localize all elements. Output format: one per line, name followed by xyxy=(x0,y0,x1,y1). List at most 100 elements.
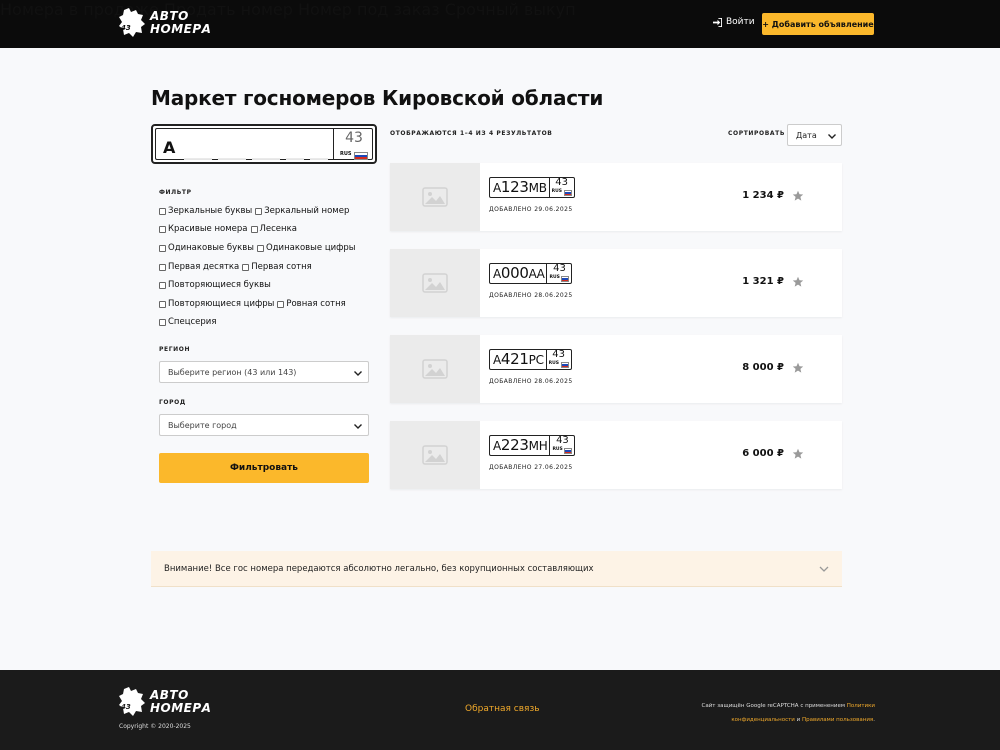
filter-row: Первая десятка Первая сотня xyxy=(159,262,315,272)
city-select[interactable]: Выберите город xyxy=(159,414,369,436)
listing-price: 1 321 ₽ xyxy=(742,276,784,287)
region-select-value: Выберите регион (43 или 143) xyxy=(168,367,297,377)
nav-item-urgent-buyout[interactable]: Срочный выкуп xyxy=(445,0,576,19)
license-plate: А223МН 43 RUS xyxy=(489,435,576,456)
checkbox-same-digits[interactable]: Одинаковые цифры xyxy=(256,243,356,253)
plate-builder: А 43 RUS xyxy=(151,124,377,164)
listing-date: ДОБАВЛЕНО 28.06.2025 xyxy=(489,378,573,385)
plate-builder-slot[interactable] xyxy=(252,133,280,159)
checkbox-first-hundred[interactable]: Первая сотня xyxy=(242,262,312,272)
region-select[interactable]: Выберите регион (43 или 143) xyxy=(159,361,369,383)
listing-thumbnail[interactable] xyxy=(390,335,480,403)
checkbox[interactable] xyxy=(159,244,166,252)
image-placeholder-icon xyxy=(422,445,448,465)
checkbox[interactable] xyxy=(242,263,250,271)
checkbox-ladder[interactable]: Лесенка xyxy=(250,224,297,234)
logo-badge: 43 xyxy=(121,703,131,711)
recaptcha-end: . xyxy=(873,717,875,723)
plate-builder-slot[interactable] xyxy=(286,133,304,159)
checkbox-mirror-letters[interactable]: Зеркальные буквы xyxy=(159,206,252,216)
plate-digits: 123 xyxy=(500,178,529,196)
plate-country: RUS xyxy=(549,275,560,280)
checkbox[interactable] xyxy=(159,225,166,233)
plate-series-2: МВ xyxy=(528,181,547,195)
legal-notice[interactable]: Внимание! Все гос номера передаются абсо… xyxy=(151,551,842,587)
plate-series-1: А xyxy=(493,267,501,281)
plate-builder-slot[interactable] xyxy=(218,133,246,159)
plate-builder-country: RUS xyxy=(340,151,352,157)
plate-number: А223МН xyxy=(490,436,551,455)
checkbox-beautiful-numbers[interactable]: Красивые номера xyxy=(159,224,248,234)
recaptcha-text: Сайт защищён Google reCAPTCHA с применен… xyxy=(701,703,845,709)
checkbox[interactable] xyxy=(255,207,263,215)
checkbox[interactable] xyxy=(256,244,264,252)
plate-region-number: 43 xyxy=(556,435,569,446)
login-link[interactable]: Войти xyxy=(713,17,755,27)
listing-card[interactable]: А421РС 43 RUS ДОБАВЛЕНО 28.06.2025 8 000… xyxy=(390,335,842,403)
checkbox-label: Одинаковые буквы xyxy=(168,243,254,253)
checkbox-same-letters[interactable]: Одинаковые буквы xyxy=(159,243,254,253)
favorite-star-icon[interactable] xyxy=(792,448,804,460)
terms-link[interactable]: Правилами пользования xyxy=(802,717,873,723)
footer-logo[interactable]: 43 АВТО НОМЕРА xyxy=(118,686,211,718)
listing-thumbnail[interactable] xyxy=(390,421,480,489)
checkbox[interactable] xyxy=(159,318,166,326)
checkbox-repeating-letters[interactable]: Повторяющиеся буквы xyxy=(159,280,271,290)
filter-row: Спецсерия xyxy=(159,317,219,327)
site-header: 43 АВТО НОМЕРА Номера в продаже Продать … xyxy=(0,0,1000,48)
sort-select[interactable]: Дата xyxy=(787,124,842,146)
legal-notice-text: Внимание! Все гос номера передаются абсо… xyxy=(164,563,594,574)
filter-row: Повторяющиеся цифры Ровная сотня xyxy=(159,299,349,309)
checkbox[interactable] xyxy=(159,207,166,215)
logo-text: АВТО НОМЕРА xyxy=(150,689,211,715)
site-logo[interactable]: 43 АВТО НОМЕРА xyxy=(118,7,211,39)
checkbox[interactable] xyxy=(250,225,258,233)
favorite-star-icon[interactable] xyxy=(792,362,804,374)
plate-builder-region[interactable]: 43 RUS xyxy=(333,128,373,160)
plate-region: 43 RUS xyxy=(547,263,571,283)
plate-number: А421РС xyxy=(490,350,547,369)
russia-flag-icon xyxy=(563,190,572,196)
feedback-link[interactable]: Обратная связь xyxy=(465,704,540,714)
checkbox-special-series[interactable]: Спецсерия xyxy=(159,317,216,327)
checkbox-mirror-number[interactable]: Зеркальный номер xyxy=(255,206,349,216)
checkbox-first-ten[interactable]: Первая десятка xyxy=(159,262,239,272)
checkbox[interactable] xyxy=(159,263,166,271)
image-placeholder-icon xyxy=(422,273,448,293)
chevron-down-icon xyxy=(828,134,836,139)
page-title: Маркет госномеров Кировской области xyxy=(151,86,604,110)
listing-thumbnail[interactable] xyxy=(390,163,480,231)
favorite-star-icon[interactable] xyxy=(792,190,804,202)
listing-card[interactable]: А000АА 43 RUS ДОБАВЛЕНО 28.06.2025 1 321… xyxy=(390,249,842,317)
russia-flag-icon xyxy=(560,362,569,368)
plate-builder-letter[interactable]: А xyxy=(163,138,175,157)
checkbox-label: Первая десятка xyxy=(168,262,240,272)
plate-series-2: АА xyxy=(528,267,545,281)
listing-thumbnail[interactable] xyxy=(390,249,480,317)
checkbox-label: Спецсерия xyxy=(168,317,217,327)
chevron-down-icon[interactable] xyxy=(818,563,830,575)
logo-line-2: НОМЕРА xyxy=(150,22,212,36)
plate-series-2: МН xyxy=(528,439,548,453)
checkbox[interactable] xyxy=(277,300,285,308)
add-listing-button[interactable]: + Добавить объявление xyxy=(762,13,874,35)
checkbox-label: Повторяющиеся буквы xyxy=(168,280,271,290)
checkbox[interactable] xyxy=(159,300,166,308)
favorite-star-icon[interactable] xyxy=(792,276,804,288)
checkbox-round-hundred[interactable]: Ровная сотня xyxy=(277,299,346,309)
filter-row: Зеркальные буквы Зеркальный номер xyxy=(159,206,352,216)
listing-card[interactable]: А123МВ 43 RUS ДОБАВЛЕНО 29.06.2025 1 234… xyxy=(390,163,842,231)
listing-card[interactable]: А223МН 43 RUS ДОБАВЛЕНО 27.06.2025 6 000… xyxy=(390,421,842,489)
checkbox[interactable] xyxy=(159,281,166,289)
plate-region: 43 RUS xyxy=(547,349,571,369)
logo-text: АВТО НОМЕРА xyxy=(150,10,211,36)
plate-country: RUS xyxy=(551,189,563,194)
plate-builder-slot[interactable] xyxy=(184,133,212,159)
checkbox-repeating-digits[interactable]: Повторяющиеся цифры xyxy=(159,299,274,309)
city-label: ГОРОД xyxy=(159,399,186,406)
listing-price: 1 234 ₽ xyxy=(742,190,784,201)
city-select-value: Выберите город xyxy=(168,420,237,430)
plate-builder-slot[interactable] xyxy=(310,133,328,159)
filter-button[interactable]: Фильтровать xyxy=(159,453,369,483)
nav-item-order[interactable]: Номер под заказ xyxy=(298,0,440,19)
